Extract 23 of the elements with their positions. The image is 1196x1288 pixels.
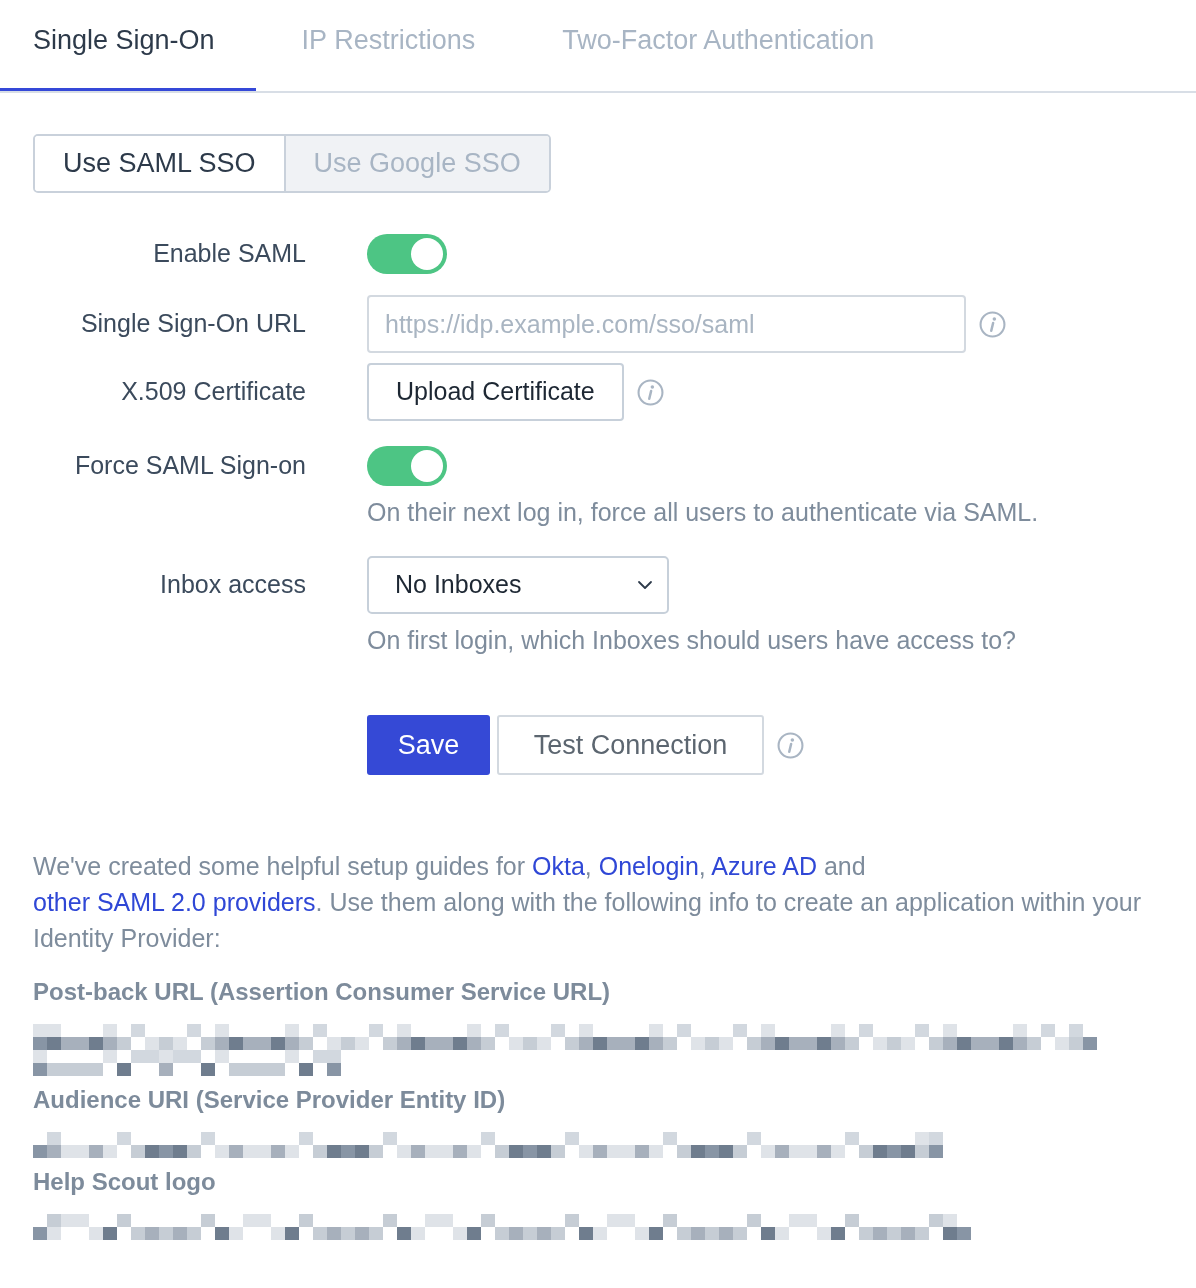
guide-link[interactable]: Azure AD — [711, 852, 817, 880]
field-label: X.509 Certificate — [120, 376, 306, 408]
tab[interactable]: Single Sign-On — [0, 0, 256, 91]
toggle-switch[interactable] — [367, 234, 447, 274]
field-label: Inbox access — [159, 569, 306, 601]
setup-guide-text: We've created some helpful setup guides for Okta, Onelogin, Azure AD and other SAML 2.0 providers. Use them along with the following info to create an application within your Identity Provider: — [33, 851, 1142, 954]
field-heading: Help Scout logo — [33, 1167, 216, 1197]
guide-link[interactable]: other SAML 2.0 providers — [33, 888, 316, 916]
help-text: On first login, which Inboxes should users have access to? — [367, 625, 1017, 655]
field-heading: Post-back URL (Assertion Consumer Service URL) — [33, 977, 611, 1007]
guide-link[interactable]: Onelogin — [598, 852, 699, 880]
save-button[interactable]: Save — [367, 715, 490, 775]
guide-link[interactable]: Okta — [532, 852, 585, 880]
url-input[interactable]: https://idp.example.com/sso/saml — [367, 295, 966, 353]
field-label: Force SAML Sign-on — [73, 450, 306, 482]
upload-certificate-button[interactable]: Upload Certificate — [367, 363, 624, 421]
field-label: Single Sign-On URL — [79, 308, 306, 340]
toggle-switch[interactable] — [367, 446, 447, 486]
help-text: On their next log in, force all users to authenticate via SAML. — [367, 497, 1040, 527]
inbox-select[interactable]: No Inboxes — [367, 556, 669, 614]
field-label: Enable SAML — [152, 238, 306, 270]
test-connection-button[interactable]: Test Connection — [497, 715, 764, 775]
field-heading: Audience URI (Service Provider Entity ID) — [33, 1085, 506, 1115]
